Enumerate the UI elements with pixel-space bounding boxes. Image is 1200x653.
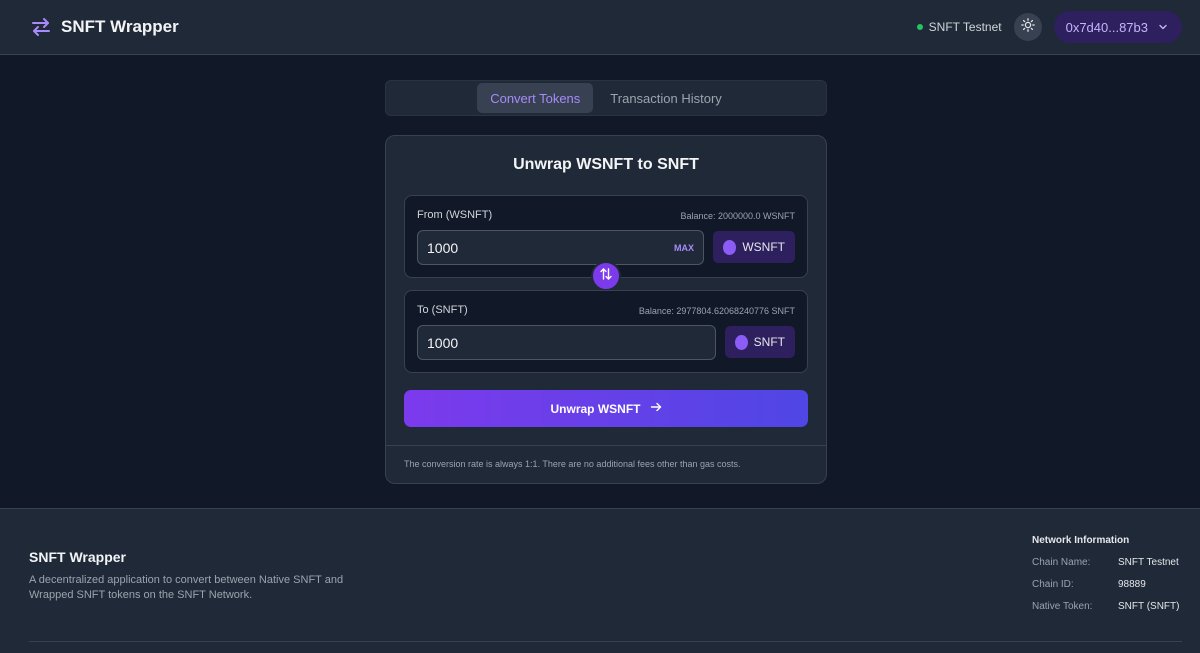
network-info-title: Network Information <box>1032 535 1130 546</box>
to-balance: Balance: 2977804.62068240776 SNFT <box>638 306 795 316</box>
footer-title: SNFT Wrapper <box>29 549 126 565</box>
network-info-value: 98889 <box>1118 579 1146 590</box>
swap-arrows-icon <box>30 16 52 38</box>
wallet-button[interactable]: 0x7d40...87b3 <box>1053 11 1182 43</box>
to-amount-input[interactable]: 1000 <box>417 325 716 360</box>
unwrap-button-label: Unwrap WSNFT <box>550 401 641 416</box>
from-token-chip: WSNFT <box>713 231 795 263</box>
network-info-value: SNFT (SNFT) <box>1118 601 1180 612</box>
brand: SNFT Wrapper <box>30 16 179 38</box>
from-token-label: WSNFT <box>742 240 785 254</box>
wallet-address: 0x7d40...87b3 <box>1065 19 1148 35</box>
brand-title: SNFT Wrapper <box>61 17 179 36</box>
from-label: From (WSNFT) <box>417 209 493 221</box>
conversion-note-text: The conversion rate is always 1:1. There… <box>404 459 741 469</box>
theme-toggle-button[interactable] <box>1013 13 1042 41</box>
app-header: SNFT Wrapper SNFT Testnet 0x7d40...87b3 <box>0 0 1200 55</box>
network-label: SNFT Testnet <box>928 20 1002 34</box>
header-actions: SNFT Testnet 0x7d40...87b3 <box>916 11 1182 43</box>
to-panel: To (SNFT) Balance: 2977804.62068240776 S… <box>404 290 808 373</box>
from-balance: Balance: 2000000.0 WSNFT <box>680 211 795 221</box>
network-info-row: Chain Name: SNFT Testnet <box>1032 557 1192 571</box>
network-info-value: SNFT Testnet <box>1118 557 1179 568</box>
network-info-key: Chain ID: <box>1032 579 1074 590</box>
unwrap-button[interactable]: Unwrap WSNFT <box>404 390 808 427</box>
footer-description: A decentralized application to convert b… <box>29 574 344 601</box>
arrow-right-icon <box>650 401 662 416</box>
max-button[interactable]: MAX <box>674 243 694 253</box>
network-info-row: Native Token: SNFT (SNFT) <box>1032 601 1192 615</box>
sun-icon <box>1020 17 1035 37</box>
main-tabs: Convert Tokens Transaction History <box>385 80 827 116</box>
swap-direction-button[interactable] <box>591 261 621 291</box>
to-amount-value: 1000 <box>427 334 459 351</box>
network-status-dot <box>916 24 923 30</box>
network-info-row: Chain ID: 98889 <box>1032 579 1192 593</box>
wsnft-token-icon <box>723 239 737 255</box>
card-title: Unwrap WSNFT to SNFT <box>513 156 699 173</box>
snft-token-icon <box>735 334 748 350</box>
conversion-note: The conversion rate is always 1:1. There… <box>386 445 826 483</box>
network-info-key: Native Token: <box>1032 601 1093 612</box>
to-label: To (SNFT) <box>417 304 468 316</box>
swap-vertical-icon <box>599 267 613 286</box>
footer-divider <box>29 641 1182 642</box>
to-token-label: SNFT <box>753 335 785 349</box>
chevron-down-icon <box>1158 20 1168 35</box>
network-indicator: SNFT Testnet <box>916 20 1002 34</box>
page-footer: SNFT Wrapper A decentralized application… <box>0 508 1200 653</box>
to-token-chip: SNFT <box>725 326 795 358</box>
network-information: Network Information Chain Name: SNFT Tes… <box>1032 535 1192 623</box>
from-amount-value: 1000 <box>427 239 459 256</box>
tab-convert-tokens[interactable]: Convert Tokens <box>477 83 594 113</box>
tab-transaction-history[interactable]: Transaction History <box>597 83 735 113</box>
network-info-key: Chain Name: <box>1032 557 1091 568</box>
from-amount-input[interactable]: 1000 MAX <box>417 230 704 265</box>
convert-card: Unwrap WSNFT to SNFT From (WSNFT) Balanc… <box>385 135 827 484</box>
